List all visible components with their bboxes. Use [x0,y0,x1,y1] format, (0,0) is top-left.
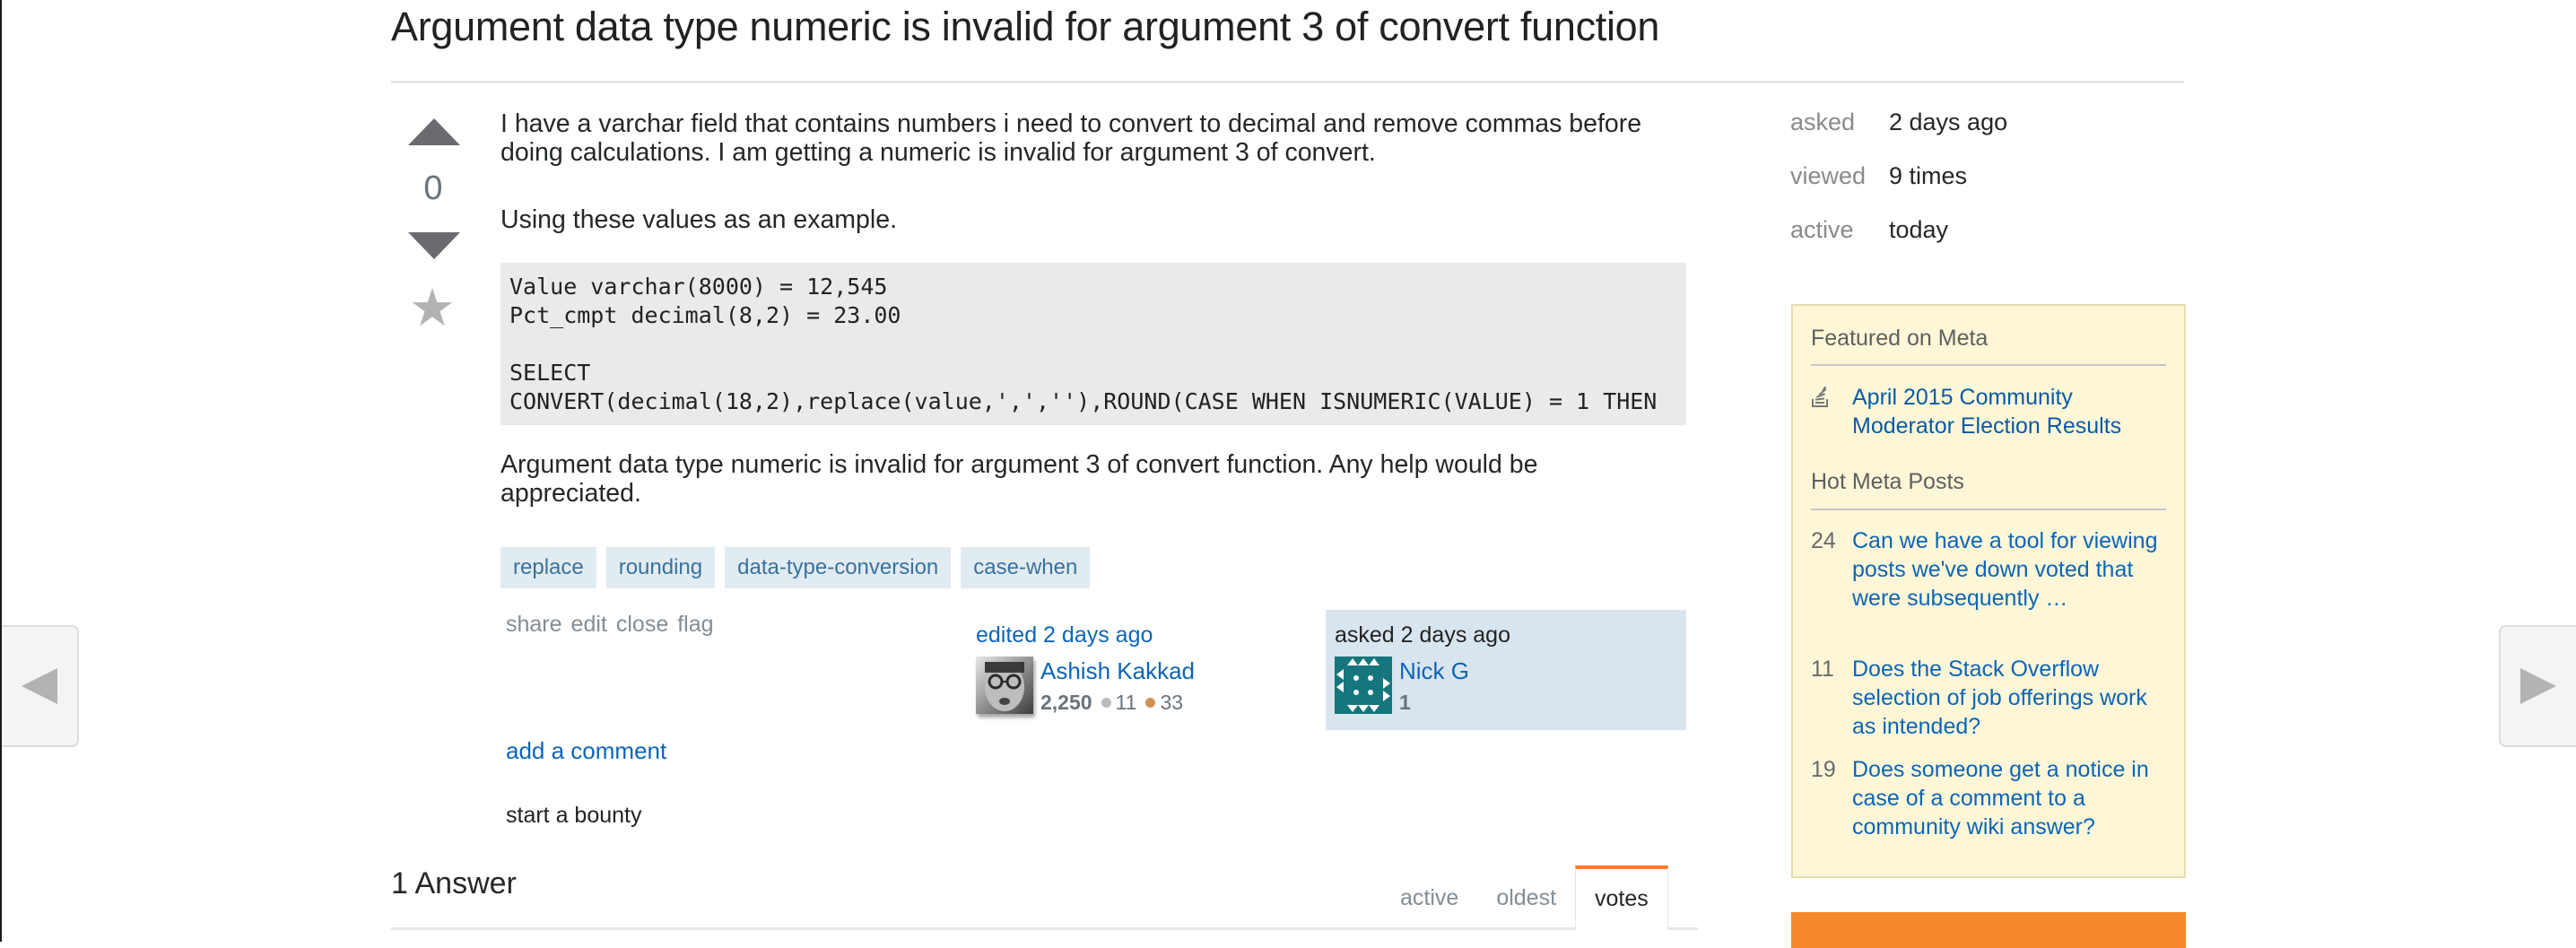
post-paragraph: Argument data type numeric is invalid fo… [500,450,1538,508]
stat-asked: asked 2 days ago [1790,104,2007,158]
code-line: Pct_cmpt decimal(8,2) = 23.00 [509,302,901,328]
owner-reputation: 1 [1399,691,1411,714]
hot-meta-post: 11 Does the Stack Overflow selection of … [1811,655,2170,741]
close-link[interactable]: close [616,612,668,638]
stat-viewed: viewed 9 times [1790,158,2007,212]
post-score: 19 [1811,757,1836,782]
editor-reputation: 2,250 11 33 [1040,689,1183,716]
upvote-arrow-icon[interactable] [408,118,460,145]
tag-rounding[interactable]: rounding [605,547,716,588]
hot-meta-posts-heading: Hot Meta Posts [1811,469,1964,494]
stack-overflow-icon [1811,383,1852,412]
tab-active[interactable]: active [1381,865,1477,930]
hot-post-link[interactable]: Can we have a tool for viewing posts we'… [1852,526,2166,613]
tab-votes[interactable]: votes [1575,865,1668,930]
featured-post-link[interactable]: April 2015 Community Moderator Election … [1852,383,2166,440]
owner-avatar[interactable] [1335,657,1392,714]
post-paragraph: I have a varchar field that contains num… [500,109,1642,167]
tab-oldest[interactable]: oldest [1477,865,1575,930]
title-divider [391,81,2184,83]
next-page-button[interactable] [2499,625,2576,747]
stat-value: 2 days ago [1889,109,2008,135]
hot-meta-post: 19 Does someone get a notice in case of … [1811,755,2170,841]
edited-time-link[interactable]: edited 2 days ago [976,621,1153,649]
editor-signature: edited 2 days ago Ashish Kakkad 2,250 11 3… [974,610,1315,726]
hot-post-link[interactable]: Does the Stack Overflow selection of job… [1852,655,2166,741]
question-stats: asked 2 days ago viewed 9 times active t… [1790,104,2007,265]
tag-case-when[interactable]: case-when [961,547,1091,588]
stat-label: active [1790,216,1854,243]
tag-data-type-conversion[interactable]: data-type-conversion [725,547,952,588]
answer-sort-tabs: active oldest votes [1381,865,1668,930]
meta-sidebar-widget: Featured on Meta April 2015 Community Mo… [1791,304,2186,878]
stat-label: viewed [1790,162,1867,189]
window-edge [0,0,2,942]
question-title[interactable]: Argument data type numeric is invalid fo… [391,0,2095,54]
post-score: 24 [1811,528,1836,553]
code-block[interactable]: Value varchar(8000) = 12,545 Pct_cmpt de… [500,263,1686,425]
code-line: Value varchar(8000) = 12,545 [509,274,888,300]
reputation-score: 2,250 [1040,691,1092,714]
stat-value: 9 times [1889,162,1968,189]
triangle-left-icon [22,668,57,704]
code-line: CONVERT(decimal(18,2),replace(value,',',… [509,388,1658,414]
featured-item: April 2015 Community Moderator Election … [1811,383,2170,440]
post-score: 11 [1811,657,1834,682]
asked-time: asked 2 days ago [1335,622,1510,648]
stat-label: asked [1790,109,1856,135]
silver-badge-count: 11 [1115,691,1137,714]
code-line: SELECT [509,360,591,386]
meta-divider [1811,509,2166,510]
share-link[interactable]: share [506,612,562,638]
start-bounty-link[interactable]: start a bounty [506,803,641,829]
featured-on-meta-heading: Featured on Meta [1811,326,1989,351]
stat-value: today [1889,216,1949,243]
triangle-right-icon [2520,668,2556,704]
stat-active: active today [1790,212,2007,265]
editor-name-link[interactable]: Ashish Kakkad [1040,657,1195,685]
silver-badge-icon [1101,698,1111,709]
hot-meta-post: 24 Can we have a tool for viewing posts … [1811,526,2170,613]
editor-avatar[interactable] [976,657,1033,714]
answers-count-heading: 1 Answer [391,866,517,900]
post-paragraph: Using these values as an example. [500,205,898,234]
flag-link[interactable]: flag [677,612,713,638]
bronze-badge-icon [1145,698,1156,709]
add-comment-link[interactable]: add a comment [506,737,666,765]
vote-count: 0 [423,170,443,207]
promo-banner[interactable] [1791,912,2186,948]
bronze-badge-count: 33 [1160,691,1184,714]
favorite-star-icon[interactable]: ★ [405,280,459,337]
hot-post-link[interactable]: Does someone get a notice in case of a c… [1852,755,2166,841]
post-menu: share edit close flag [506,612,714,638]
post-tags: replace rounding data-type-conversion ca… [500,547,1091,588]
downvote-arrow-icon[interactable] [408,232,460,259]
previous-page-button[interactable] [2,625,79,747]
edit-link[interactable]: edit [571,612,607,638]
owner-name-link[interactable]: Nick G [1399,657,1469,685]
meta-divider [1811,364,2166,366]
tag-replace[interactable]: replace [500,547,596,588]
owner-signature: asked 2 days ago Nick G 1 [1326,610,1686,730]
